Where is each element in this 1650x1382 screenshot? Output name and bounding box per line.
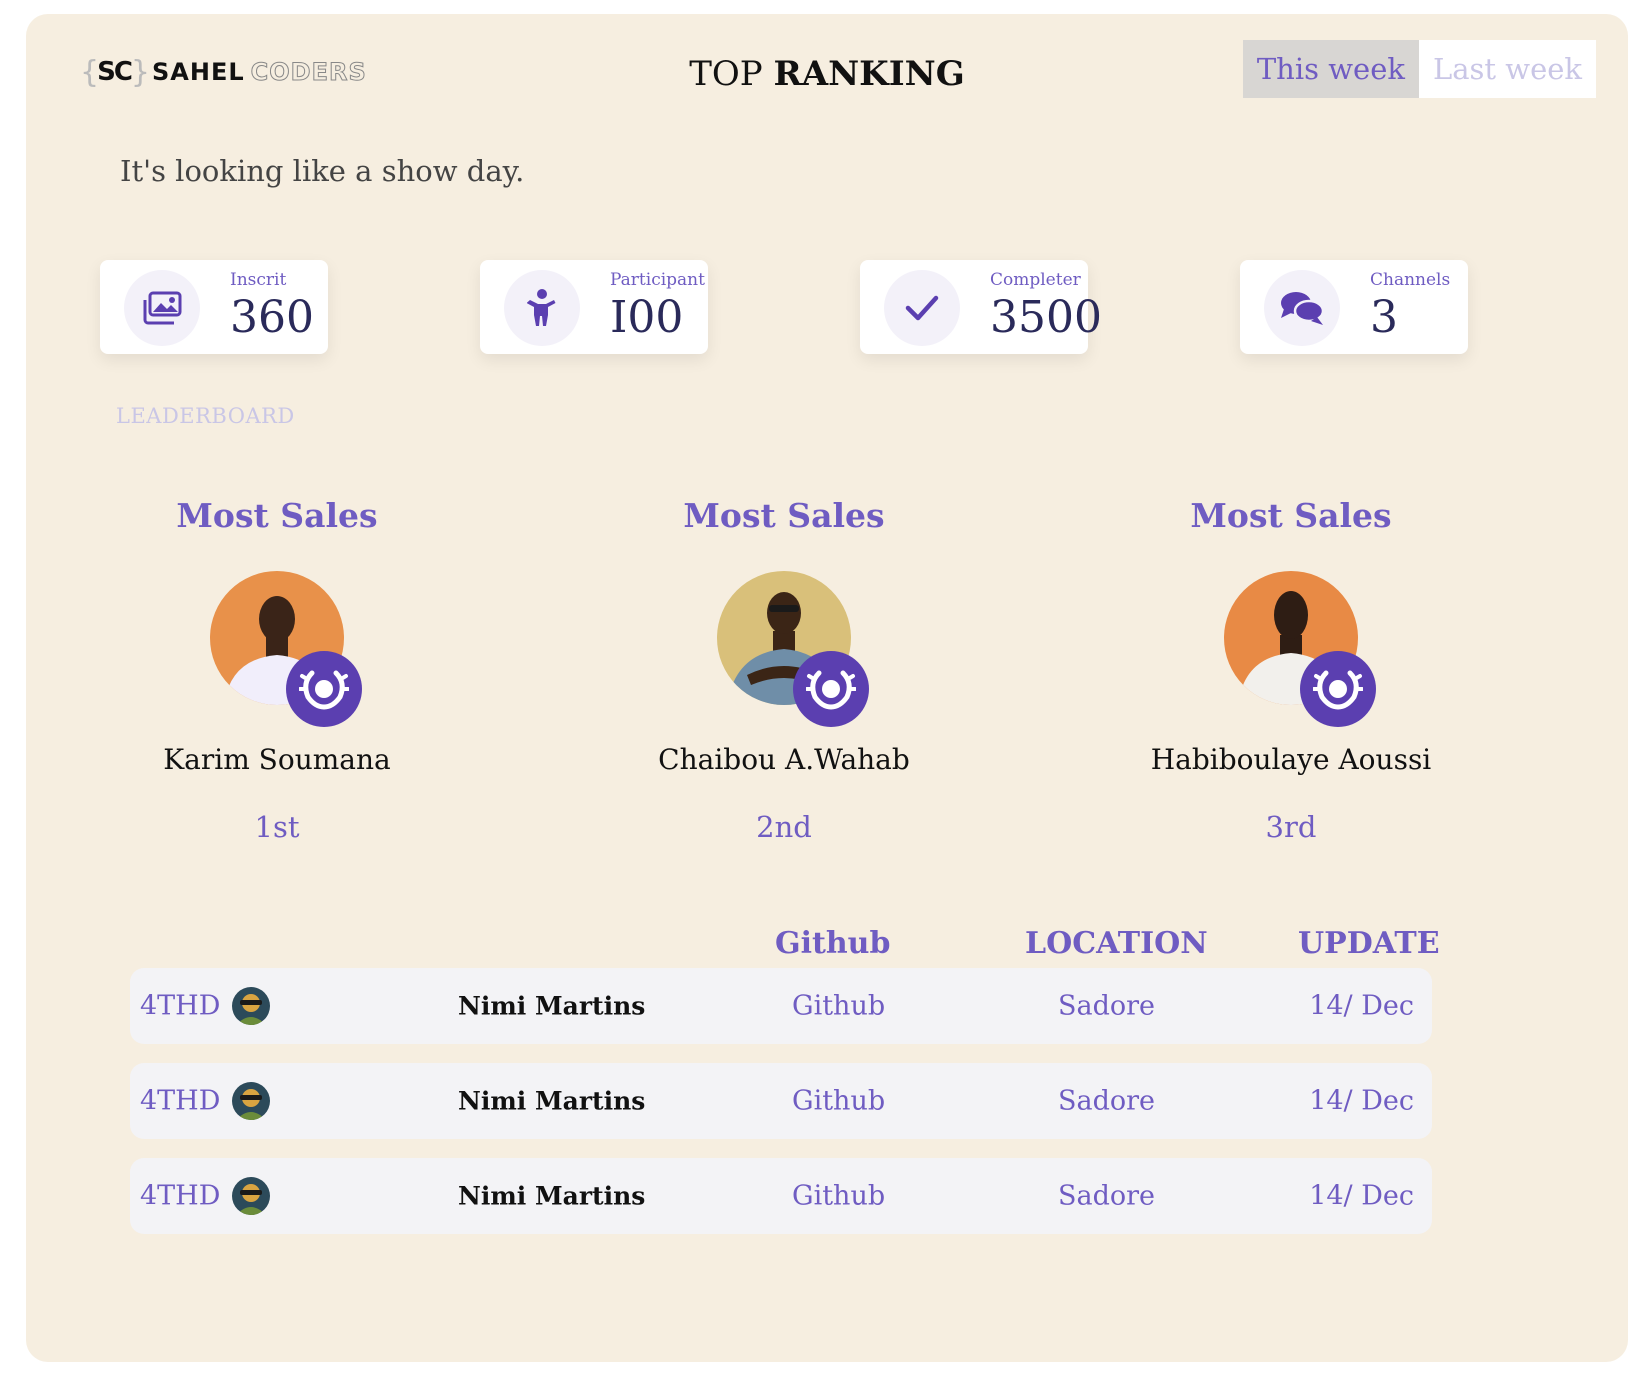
podium-rank: 2nd [756, 810, 812, 844]
stat-value: 360 [230, 292, 314, 343]
row-rank: 4THD [140, 990, 221, 1022]
row-rank: 4THD [140, 1085, 221, 1117]
row-update: 14/ Dec [1309, 1085, 1414, 1117]
chat-bubbles-icon [1264, 270, 1340, 346]
tab-last-week[interactable]: Last week [1418, 40, 1596, 98]
row-location: Sadore [1058, 1180, 1156, 1212]
column-header-location: LOCATION [1025, 926, 1208, 961]
laurel-badge-icon [793, 651, 869, 727]
page-subtitle: It's looking like a show day. [120, 154, 525, 188]
laurel-badge-icon [1300, 651, 1376, 727]
stat-label: Completer [990, 270, 1081, 290]
podium-first: Most Sales Karim Soumana 1st [97, 496, 457, 844]
podium-name: Chaibou A.Wahab [658, 743, 910, 776]
podium-rank: 3rd [1265, 810, 1317, 844]
ranking-card: {SC} SAHEL CODERS TOP RANKING This week … [26, 14, 1628, 1362]
row-update: 14/ Dec [1309, 1180, 1414, 1212]
stat-label: Participant [610, 270, 705, 290]
column-header-update: UPDATE [1298, 926, 1440, 961]
podium-title: Most Sales [176, 496, 378, 535]
stat-label: Channels [1370, 270, 1451, 290]
podium-rank: 1st [254, 810, 300, 844]
row-location: Sadore [1058, 1085, 1156, 1117]
laurel-badge-icon [286, 651, 362, 727]
tab-this-week[interactable]: This week [1242, 40, 1419, 98]
row-name: Nimi Martins [458, 991, 646, 1021]
stat-card-completer: Completer 3500 [860, 260, 1102, 354]
avatar [232, 1082, 270, 1120]
avatar [232, 987, 270, 1025]
column-header-github: Github [775, 926, 891, 961]
row-rank: 4THD [140, 1180, 221, 1212]
row-github-link[interactable]: Github [792, 991, 885, 1022]
table-row[interactable]: 4THD Nimi Martins Github Sadore 14/ Dec [130, 1158, 1432, 1234]
row-update: 14/ Dec [1309, 990, 1414, 1022]
row-github-link[interactable]: Github [792, 1181, 885, 1212]
stat-card-channels: Channels 3 [1240, 260, 1468, 354]
table-row[interactable]: 4THD Nimi Martins Github Sadore 14/ Dec [130, 1063, 1432, 1139]
row-github-link[interactable]: Github [792, 1086, 885, 1117]
stat-card-participant: Participant I00 [480, 260, 708, 354]
person-icon [504, 270, 580, 346]
stat-value: 3 [1370, 292, 1398, 343]
stat-label: Inscrit [230, 270, 287, 290]
images-icon [124, 270, 200, 346]
row-location: Sadore [1058, 990, 1156, 1022]
stat-card-inscrit: Inscrit 360 [100, 260, 328, 354]
podium-name: Habiboulaye Aoussi [1150, 743, 1432, 776]
podium-title: Most Sales [683, 496, 885, 535]
leaderboard-label: LEADERBOARD [116, 404, 295, 428]
week-toggle: This week Last week [1242, 40, 1596, 98]
table-row[interactable]: 4THD Nimi Martins Github Sadore 14/ Dec [130, 968, 1432, 1044]
podium-title: Most Sales [1190, 496, 1392, 535]
podium-second: Most Sales Chaibou A.Wahab 2nd [604, 496, 964, 844]
row-name: Nimi Martins [458, 1181, 646, 1211]
podium-name: Karim Soumana [163, 743, 391, 776]
row-name: Nimi Martins [458, 1086, 646, 1116]
podium-third: Most Sales Habiboulaye Aoussi 3rd [1111, 496, 1471, 844]
avatar [232, 1177, 270, 1215]
check-icon [884, 270, 960, 346]
stat-value: 3500 [990, 292, 1102, 343]
stat-value: I00 [610, 292, 684, 343]
